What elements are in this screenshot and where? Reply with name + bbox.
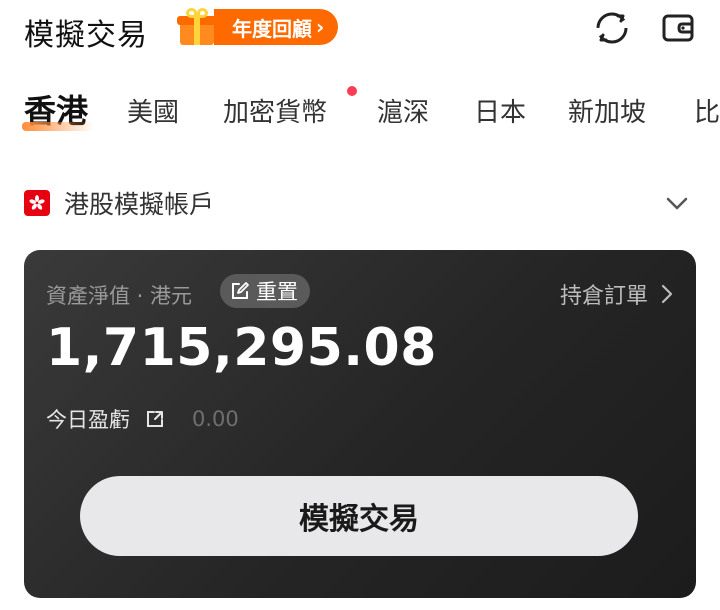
account-selector[interactable]: 港股模擬帳戶: [24, 178, 696, 228]
notification-dot: [347, 86, 357, 96]
tab-china-a-shares[interactable]: 滬深: [377, 92, 429, 129]
net-asset-label: 資產淨值 · 港元: [46, 284, 193, 308]
annual-review-button[interactable]: 年度回顧 ›: [214, 9, 339, 45]
tab-singapore[interactable]: 新加坡: [568, 92, 646, 129]
tab-crypto[interactable]: 加密貨幣: [223, 92, 327, 129]
tab-japan[interactable]: 日本: [474, 92, 526, 129]
tab-more[interactable]: 比: [694, 92, 720, 129]
positions-orders-link[interactable]: 持倉訂單: [560, 278, 674, 310]
edit-icon: [232, 282, 249, 299]
annual-review-label: 年度回顧: [232, 16, 312, 41]
gift-icon: [176, 7, 220, 47]
account-name: 港股模擬帳戶: [64, 190, 215, 219]
refresh-icon[interactable]: [594, 10, 630, 46]
active-tab-indicator: [22, 122, 94, 131]
header: 模擬交易 年度回顧 ›: [0, 0, 720, 60]
page-title: 模擬交易: [24, 18, 148, 53]
tab-us[interactable]: 美國: [127, 92, 179, 129]
hk-flag-icon: [24, 190, 50, 216]
reset-label: 重置: [256, 280, 298, 304]
share-icon[interactable]: [144, 408, 166, 430]
net-asset-value: 1,715,295.08: [46, 318, 437, 378]
chevron-right-icon: [661, 284, 673, 304]
account-summary-card: 資產淨值 · 港元 重置 持倉訂單 1,715,295.08 今日盈虧 0.00…: [24, 250, 696, 598]
positions-orders-label: 持倉訂單: [559, 284, 648, 309]
annual-review-banner[interactable]: 年度回顧 ›: [176, 7, 339, 47]
reset-button[interactable]: 重置: [220, 274, 310, 308]
chevron-down-icon[interactable]: [664, 190, 690, 216]
wallet-icon[interactable]: [660, 10, 696, 46]
todays-pnl-value: 0.00: [192, 407, 239, 431]
todays-pnl-row: 今日盈虧 0.00: [46, 404, 239, 434]
market-tabs: 香港 美國 加密貨幣 滬深 日本 新加坡 比: [0, 84, 720, 140]
todays-pnl-label: 今日盈虧: [46, 408, 130, 432]
chevron-right-icon: ›: [316, 15, 325, 39]
simulated-trade-button[interactable]: 模擬交易: [80, 476, 638, 556]
